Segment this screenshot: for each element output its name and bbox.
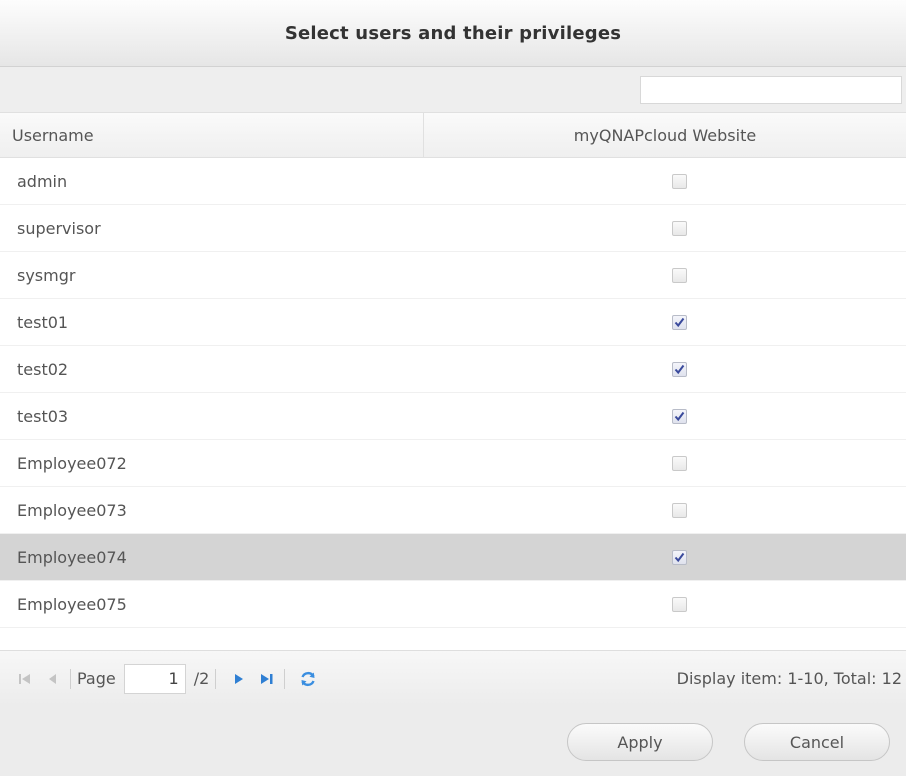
- table-row[interactable]: supervisor: [0, 205, 906, 252]
- myqnapcloud-website-checkbox[interactable]: [671, 314, 687, 330]
- username-cell: Employee074: [17, 547, 127, 567]
- username-cell: sysmgr: [17, 265, 76, 285]
- privilege-cell: [424, 581, 906, 627]
- pager-separator: [215, 668, 217, 689]
- privilege-cell: [424, 205, 906, 251]
- privilege-cell: [424, 393, 906, 439]
- table-row[interactable]: test02: [0, 346, 906, 393]
- checkmark-icon: [674, 317, 684, 327]
- display-item-info: Display item: 1-10, Total: 12: [676, 669, 902, 688]
- myqnapcloud-website-checkbox[interactable]: [671, 549, 687, 565]
- table-row[interactable]: Employee075: [0, 581, 906, 628]
- search-bar: [0, 67, 906, 112]
- privilege-cell: [424, 158, 906, 204]
- column-header-myqnapcloud-website[interactable]: myQNAPcloud Website: [424, 113, 906, 157]
- myqnapcloud-website-checkbox[interactable]: [671, 455, 687, 471]
- privilege-cell: [424, 299, 906, 345]
- table-row[interactable]: test03: [0, 393, 906, 440]
- privilege-cell: [424, 440, 906, 486]
- pager-separator: [284, 668, 286, 689]
- privileges-dialog: Select users and their privileges Userna…: [0, 0, 906, 776]
- total-pages-label: /2: [193, 669, 210, 688]
- myqnapcloud-website-checkbox[interactable]: [671, 173, 687, 189]
- refresh-icon[interactable]: [297, 668, 319, 690]
- privilege-cell: [424, 252, 906, 298]
- table-row[interactable]: Employee074: [0, 534, 906, 581]
- pager-separator: [70, 668, 71, 689]
- user-table-body: admin supervisor sysmgr test01 test02 test03 E…: [0, 158, 906, 628]
- username-cell: Employee073: [17, 500, 127, 520]
- cancel-button[interactable]: Cancel: [744, 723, 890, 761]
- dialog-titlebar: Select users and their privileges: [0, 0, 906, 67]
- pagination-bar: Page /2 Display item: 1-10, Total: 12: [0, 650, 906, 706]
- privilege-cell: [424, 534, 906, 580]
- privilege-cell: [424, 487, 906, 533]
- last-page-icon[interactable]: [256, 668, 278, 690]
- table-row[interactable]: Employee072: [0, 440, 906, 487]
- column-header-username[interactable]: Username: [0, 113, 424, 157]
- username-cell: supervisor: [17, 218, 101, 238]
- username-cell: Employee072: [17, 453, 127, 473]
- checkmark-icon: [674, 364, 684, 374]
- checkmark-icon: [674, 552, 684, 562]
- username-cell: test02: [17, 359, 69, 379]
- username-cell: test01: [17, 312, 69, 332]
- myqnapcloud-website-checkbox[interactable]: [671, 408, 687, 424]
- table-row[interactable]: Employee073: [0, 487, 906, 534]
- next-page-icon[interactable]: [228, 668, 250, 690]
- first-page-icon[interactable]: [14, 668, 36, 690]
- page-number-input[interactable]: [123, 663, 186, 694]
- search-input[interactable]: [640, 76, 902, 104]
- table-header: Username myQNAPcloud Website: [0, 112, 906, 158]
- myqnapcloud-website-checkbox[interactable]: [671, 267, 687, 283]
- myqnapcloud-website-checkbox[interactable]: [671, 502, 687, 518]
- checkmark-icon: [674, 411, 684, 421]
- username-cell: Employee075: [17, 594, 127, 614]
- myqnapcloud-website-checkbox[interactable]: [671, 220, 687, 236]
- apply-button[interactable]: Apply: [567, 723, 713, 761]
- username-cell: test03: [17, 406, 69, 426]
- table-row[interactable]: admin: [0, 158, 906, 205]
- privilege-cell: [424, 346, 906, 392]
- table-row[interactable]: test01: [0, 299, 906, 346]
- dialog-footer: Apply Cancel: [0, 706, 906, 776]
- dialog-title: Select users and their privileges: [284, 22, 622, 44]
- myqnapcloud-website-checkbox[interactable]: [671, 361, 687, 377]
- username-cell: admin: [17, 171, 68, 191]
- table-row[interactable]: sysmgr: [0, 252, 906, 299]
- prev-page-icon[interactable]: [42, 668, 64, 690]
- page-label: Page: [77, 669, 116, 688]
- myqnapcloud-website-checkbox[interactable]: [671, 596, 687, 612]
